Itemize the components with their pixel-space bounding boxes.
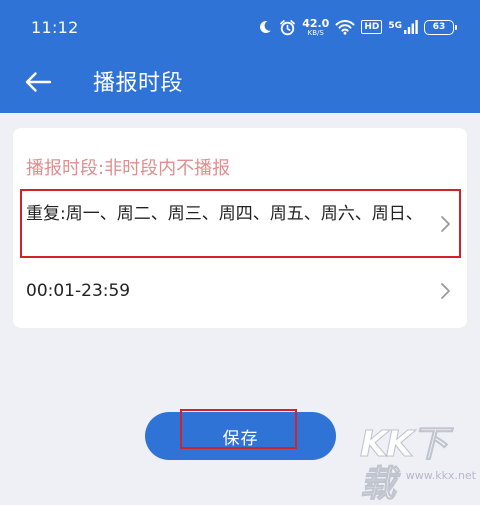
save-button[interactable]: 保存	[145, 412, 336, 460]
network-speed: 42.0 KB/S	[302, 18, 329, 37]
schedule-card: 播报时段:非时段内不播报 重复:周一、周二、周三、周四、周五、周六、周日、 00…	[13, 128, 467, 328]
broadcast-period-hint: 播报时段:非时段内不播报	[26, 158, 231, 179]
watermark-url: www.kkx.net	[405, 469, 476, 482]
chevron-right-icon	[439, 214, 453, 234]
network-speed-value: 42.0	[302, 16, 330, 30]
hd-badge: HD	[361, 20, 383, 34]
watermark: KK下载 www.kkx.net	[360, 424, 478, 505]
network-type: 5G	[388, 21, 402, 31]
save-button-label: 保存	[222, 428, 259, 449]
alarm-icon	[279, 19, 296, 36]
signal-bars-icon	[404, 20, 418, 34]
battery-indicator: 63	[424, 19, 457, 35]
battery-level: 63	[432, 22, 446, 32]
time-range-text: 00:01-23:59	[26, 281, 131, 301]
watermark-logo: KK下载	[360, 424, 449, 505]
wifi-icon	[335, 19, 355, 35]
status-icons: 42.0 KB/S HD 5G 63	[257, 14, 457, 40]
header-area: 11:12 42.0 KB/S HD 5G 63 播报时段	[0, 0, 480, 113]
chevron-right-icon	[439, 281, 453, 301]
back-button[interactable]	[20, 64, 56, 100]
status-bar: 11:12 42.0 KB/S HD 5G 63	[0, 0, 480, 54]
moon-icon	[257, 19, 273, 35]
network-speed-unit: KB/S	[307, 28, 324, 37]
app-bar: 播报时段	[0, 54, 480, 113]
time-range-row[interactable]: 00:01-23:59	[13, 268, 467, 314]
repeat-days-text: 重复:周一、周二、周三、周四、周五、周六、周日、	[26, 204, 423, 224]
cellular-signal: 5G	[388, 20, 418, 34]
repeat-days-row[interactable]: 重复:周一、周二、周三、周四、周五、周六、周日、	[13, 188, 467, 260]
status-time: 11:12	[31, 18, 79, 37]
arrow-left-icon	[24, 71, 52, 93]
page-title: 播报时段	[93, 71, 184, 96]
